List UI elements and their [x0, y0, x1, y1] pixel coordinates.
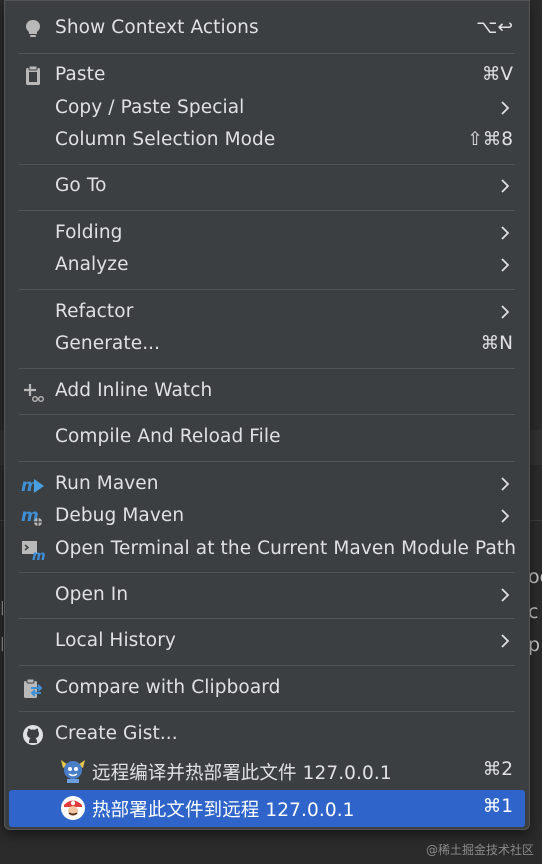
menu-item-label: 热部署此文件到远程 127.0.0.1	[92, 800, 355, 821]
shortcut: ⌘N	[480, 333, 513, 354]
separator	[19, 210, 515, 211]
chevron-right-icon	[499, 506, 511, 526]
chevron-right-icon	[499, 176, 511, 196]
watermark: @稀土掘金技术社区	[425, 843, 534, 857]
separator	[19, 665, 515, 666]
menu-item-run-maven[interactable]: m Run Maven	[9, 469, 525, 501]
separator	[19, 711, 515, 712]
chevron-right-icon	[499, 474, 511, 494]
menu-item-label: Create Gist...	[55, 723, 178, 744]
editor-edge-text: oc	[528, 566, 542, 588]
shortcut: ⌘V	[481, 64, 513, 85]
menu-item-analyze[interactable]: Analyze	[9, 250, 525, 282]
menu-item-remote-compile-hotdeploy[interactable]: 远程编译并热部署此文件 127.0.0.1 ⌘2	[9, 755, 525, 787]
clipboard-icon	[21, 65, 45, 87]
chevron-right-icon	[499, 255, 511, 275]
menu-item-label: Generate...	[55, 333, 161, 354]
menu-item-hotdeploy-to-remote[interactable]: 热部署此文件到远程 127.0.0.1 ⌘1	[9, 790, 525, 827]
menu-item-column-selection-mode[interactable]: Column Selection Mode ⇧⌘8	[9, 125, 525, 157]
menu-item-open-terminal-maven[interactable]: m Open Terminal at the Current Maven Mod…	[9, 534, 525, 566]
add-watch-icon	[21, 381, 45, 403]
menu-item-folding[interactable]: Folding	[9, 218, 525, 250]
menu-item-label: Compare with Clipboard	[55, 677, 281, 698]
menu-item-generate[interactable]: Generate... ⌘N	[9, 329, 525, 361]
chevron-right-icon	[499, 98, 511, 118]
maven-run-icon: m	[21, 474, 45, 496]
bulb-icon	[21, 18, 45, 40]
menu-item-copy-paste-special[interactable]: Copy / Paste Special	[9, 93, 525, 125]
chevron-right-icon	[499, 223, 511, 243]
menu-item-label: Debug Maven	[55, 505, 185, 526]
menu-item-label: Go To	[55, 175, 107, 196]
context-menu: Show Context Actions ⌥↩ Paste ⌘V Copy / …	[4, 0, 530, 830]
menu-item-go-to[interactable]: Go To	[9, 171, 525, 203]
menu-item-label: Show Context Actions	[55, 17, 259, 38]
arthas-icon	[59, 758, 87, 784]
menu-item-show-context-actions[interactable]: Show Context Actions ⌥↩	[9, 13, 525, 45]
menu-item-add-inline-watch[interactable]: Add Inline Watch	[9, 376, 525, 408]
menu-item-label: Copy / Paste Special	[55, 97, 245, 118]
chevron-right-icon	[499, 631, 511, 651]
menu-item-label: Open In	[55, 584, 129, 605]
menu-item-label: Compile And Reload File	[55, 426, 281, 447]
menu-item-label: Refactor	[55, 301, 134, 322]
menu-item-label: Open Terminal at the Current Maven Modul…	[55, 538, 517, 559]
separator	[19, 289, 515, 290]
menu-item-compile-reload[interactable]: Compile And Reload File	[9, 422, 525, 454]
menu-item-refactor[interactable]: Refactor	[9, 297, 525, 329]
menu-item-label: Paste	[55, 64, 106, 85]
menu-item-label: Column Selection Mode	[55, 129, 276, 150]
github-icon	[21, 724, 45, 746]
menu-item-create-gist[interactable]: Create Gist...	[9, 719, 525, 751]
shortcut: ⇧⌘8	[467, 129, 513, 150]
separator	[19, 53, 515, 54]
terminal-maven-icon: m	[21, 539, 46, 564]
separator	[19, 164, 515, 165]
separator	[19, 618, 515, 619]
separator	[19, 368, 515, 369]
menu-item-open-in[interactable]: Open In	[9, 580, 525, 612]
svg-text:m: m	[32, 549, 45, 561]
separator	[19, 414, 515, 415]
menu-item-paste[interactable]: Paste ⌘V	[9, 60, 525, 92]
maven-debug-icon: m	[21, 506, 45, 528]
menu-item-local-history[interactable]: Local History	[9, 626, 525, 658]
shortcut: ⌥↩	[476, 17, 513, 38]
separator	[19, 572, 515, 573]
menu-item-label: Folding	[55, 222, 123, 243]
mario-icon	[59, 795, 87, 821]
separator	[19, 461, 515, 462]
compare-clipboard-icon	[21, 678, 45, 700]
menu-item-label: Run Maven	[55, 473, 159, 494]
menu-item-compare-clipboard[interactable]: Compare with Clipboard	[9, 673, 525, 705]
shortcut: ⌘2	[482, 759, 513, 780]
chevron-right-icon	[499, 585, 511, 605]
chevron-right-icon	[499, 302, 511, 322]
menu-item-label: Local History	[55, 630, 176, 651]
menu-item-debug-maven[interactable]: m Debug Maven	[9, 501, 525, 533]
menu-item-label: Analyze	[55, 254, 129, 275]
menu-item-label: Add Inline Watch	[55, 380, 213, 401]
shortcut: ⌘1	[482, 796, 513, 817]
menu-item-label: 远程编译并热部署此文件 127.0.0.1	[92, 763, 392, 784]
